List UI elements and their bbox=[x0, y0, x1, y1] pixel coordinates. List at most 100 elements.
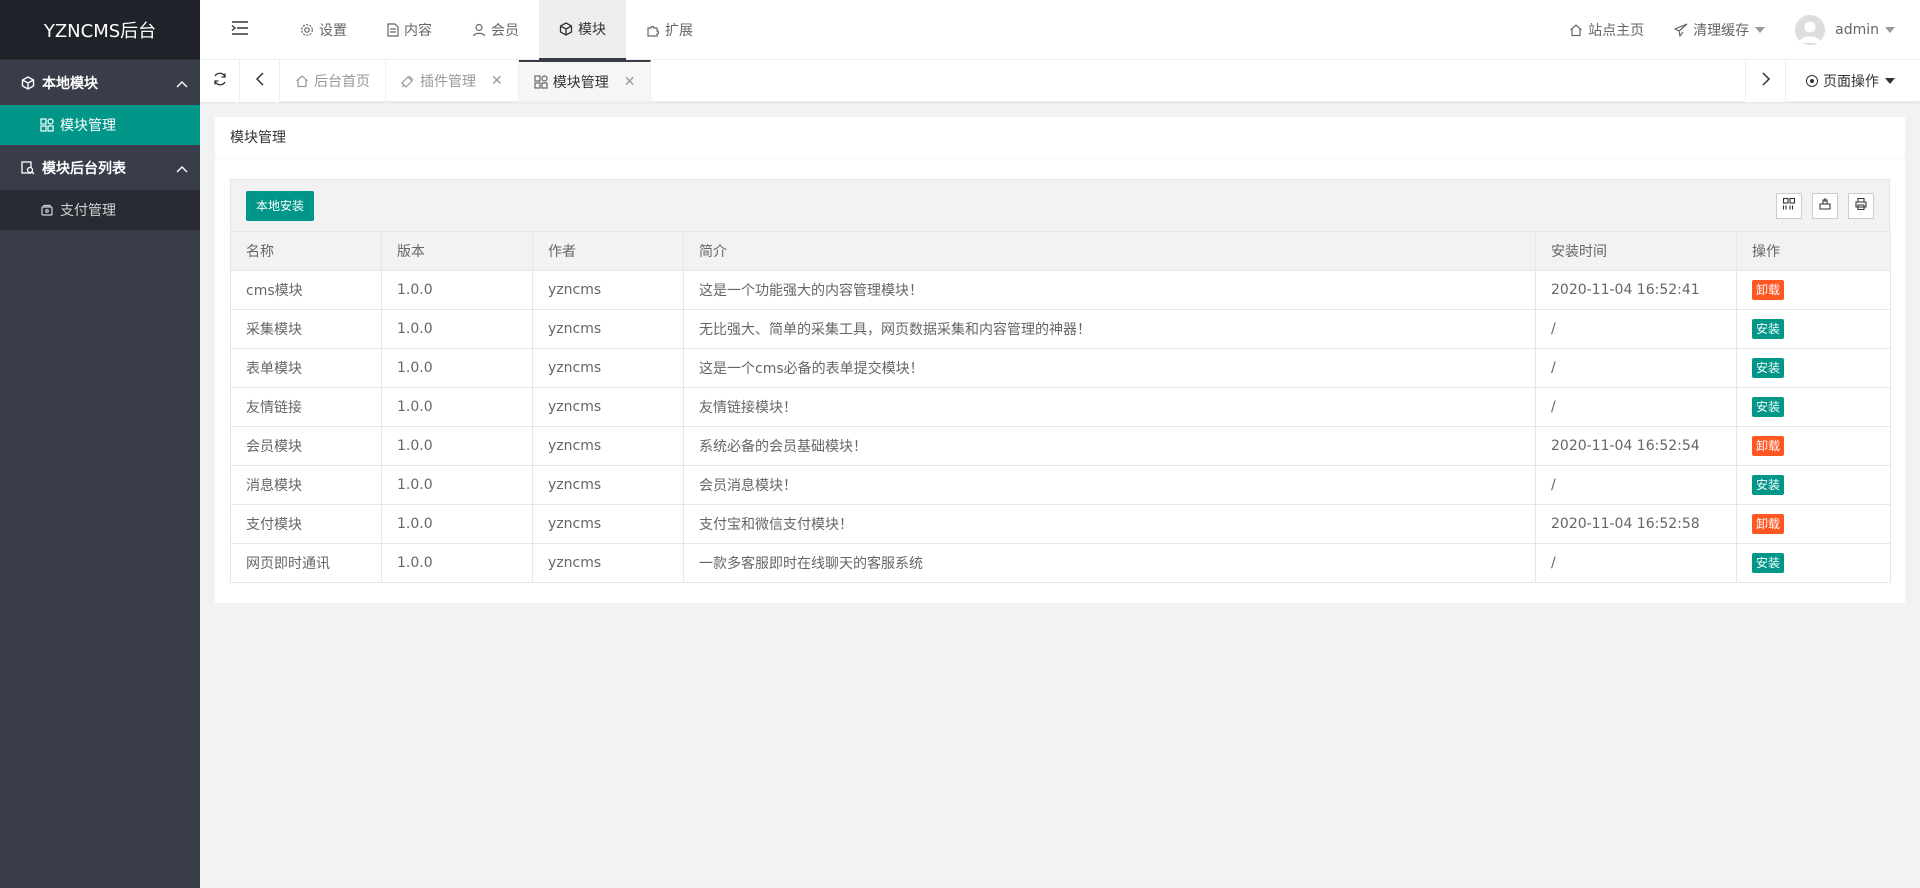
card-body: 本地安装 名称 版本 作者 简介 安装时间 操作 cms模块 1.0.0 yzn… bbox=[215, 159, 1905, 583]
top-nav-label: 设置 bbox=[319, 23, 347, 39]
table-header-row: 名称 版本 作者 简介 安装时间 操作 bbox=[230, 231, 1891, 271]
chevron-up-icon bbox=[176, 78, 188, 94]
logo: YZNCMS后台 bbox=[0, 0, 200, 60]
sidebar-item-module-management[interactable]: 模块管理 bbox=[0, 105, 200, 145]
install-button[interactable]: 安装 bbox=[1752, 397, 1785, 417]
close-icon[interactable]: ✕ bbox=[491, 73, 503, 89]
column-header-install-time[interactable]: 安装时间 bbox=[1535, 231, 1737, 271]
clear-cache-label: 清理缓存 bbox=[1693, 22, 1750, 39]
username: admin bbox=[1835, 21, 1879, 38]
column-header-author[interactable]: 作者 bbox=[532, 231, 684, 271]
sidebar-group-label: 模块后台列表 bbox=[42, 160, 126, 177]
plugin-icon bbox=[401, 74, 415, 88]
table-tools bbox=[1776, 192, 1874, 219]
sidebar-group-title-module-backend-list[interactable]: 模块后台列表 bbox=[0, 145, 200, 190]
close-icon[interactable]: ✕ bbox=[624, 74, 636, 90]
top-nav-label: 内容 bbox=[404, 23, 432, 39]
top-nav-content[interactable]: 内容 bbox=[367, 0, 452, 60]
tab-list: 后台首页 插件管理 ✕ 模块管理 ✕ bbox=[280, 60, 652, 102]
site-home-link[interactable]: 站点主页 bbox=[1554, 0, 1659, 60]
cube-icon bbox=[559, 22, 573, 36]
table-row: 表单模块 1.0.0 yzncms 这是一个cms必备的表单提交模块！ / 安装 bbox=[230, 348, 1891, 388]
install-button[interactable]: 安装 bbox=[1752, 319, 1785, 339]
cell-author: yzncms bbox=[532, 465, 684, 505]
print-button[interactable] bbox=[1848, 192, 1874, 219]
sidebar-item-label: 支付管理 bbox=[60, 203, 116, 219]
tab-module-management[interactable]: 模块管理 ✕ bbox=[518, 60, 652, 102]
refresh-button[interactable] bbox=[200, 60, 240, 102]
cell-action: 卸载 bbox=[1736, 426, 1891, 466]
table-row: 采集模块 1.0.0 yzncms 无比强大、简单的采集工具，网页数据采集和内容… bbox=[230, 309, 1891, 349]
cell-name: 表单模块 bbox=[230, 348, 382, 388]
cell-install-time: / bbox=[1535, 309, 1737, 349]
install-button[interactable]: 安装 bbox=[1752, 475, 1785, 495]
filter-columns-button[interactable] bbox=[1776, 192, 1802, 219]
tab-scroll-left-button[interactable] bbox=[240, 60, 280, 102]
chevron-left-icon bbox=[255, 71, 265, 91]
menu-fold-icon bbox=[231, 20, 249, 39]
table-row: cms模块 1.0.0 yzncms 这是一个功能强大的内容管理模块！ 2020… bbox=[230, 270, 1891, 310]
export-button[interactable] bbox=[1812, 192, 1838, 219]
home-icon bbox=[1569, 23, 1583, 37]
tab-plugin-management[interactable]: 插件管理 ✕ bbox=[386, 60, 519, 102]
column-header-description[interactable]: 简介 bbox=[683, 231, 1536, 271]
cell-action: 安装 bbox=[1736, 309, 1891, 349]
page-operations-label: 页面操作 bbox=[1823, 74, 1879, 90]
local-install-button[interactable]: 本地安装 bbox=[246, 190, 315, 221]
column-header-action[interactable]: 操作 bbox=[1736, 231, 1891, 271]
cell-author: yzncms bbox=[532, 270, 684, 310]
table-row: 网页即时通讯 1.0.0 yzncms 一款多客服即时在线聊天的客服系统 / 安… bbox=[230, 543, 1891, 583]
cell-version: 1.0.0 bbox=[381, 465, 533, 505]
cell-install-time: / bbox=[1535, 387, 1737, 427]
cell-name: 消息模块 bbox=[230, 465, 382, 505]
cell-description: 会员消息模块！ bbox=[683, 465, 1536, 505]
menu-toggle-button[interactable] bbox=[200, 0, 280, 59]
cell-version: 1.0.0 bbox=[381, 387, 533, 427]
sidebar-group-title-local-modules[interactable]: 本地模块 bbox=[0, 60, 200, 105]
page-operations-dropdown[interactable]: 页面操作 bbox=[1785, 60, 1920, 102]
column-header-version[interactable]: 版本 bbox=[381, 231, 533, 271]
cell-install-time: 2020-11-04 16:52:58 bbox=[1535, 504, 1737, 544]
uninstall-button[interactable]: 卸载 bbox=[1752, 280, 1785, 300]
table-row: 消息模块 1.0.0 yzncms 会员消息模块！ / 安装 bbox=[230, 465, 1891, 505]
cell-install-time: / bbox=[1535, 543, 1737, 583]
tab-scroll-right-button[interactable] bbox=[1745, 60, 1785, 102]
top-nav-extensions[interactable]: 扩展 bbox=[626, 0, 713, 60]
cell-action: 安装 bbox=[1736, 387, 1891, 427]
top-nav-settings[interactable]: 设置 bbox=[280, 0, 367, 60]
tab-label: 模块管理 bbox=[552, 75, 609, 91]
site-home-label: 站点主页 bbox=[1588, 22, 1645, 39]
table-toolbar: 本地安装 bbox=[230, 179, 1890, 231]
cell-install-time: / bbox=[1535, 348, 1737, 388]
top-nav-modules[interactable]: 模块 bbox=[539, 0, 626, 60]
sidebar-item-payment-management[interactable]: 支付管理 bbox=[0, 190, 200, 230]
install-button[interactable]: 安装 bbox=[1752, 553, 1785, 573]
cell-action: 卸载 bbox=[1736, 270, 1891, 310]
top-nav-members[interactable]: 会员 bbox=[452, 0, 539, 60]
table-row: 支付模块 1.0.0 yzncms 支付宝和微信支付模块！ 2020-11-04… bbox=[230, 504, 1891, 544]
chevron-up-icon bbox=[176, 163, 188, 179]
user-dropdown[interactable]: admin bbox=[1780, 0, 1920, 60]
cell-version: 1.0.0 bbox=[381, 309, 533, 349]
puzzle-icon bbox=[646, 23, 660, 37]
tab-dashboard-home[interactable]: 后台首页 bbox=[280, 60, 386, 102]
cell-author: yzncms bbox=[532, 387, 684, 427]
uninstall-button[interactable]: 卸载 bbox=[1752, 514, 1785, 534]
clear-cache-dropdown[interactable]: 清理缓存 bbox=[1659, 0, 1780, 60]
sidebar-item-label: 模块管理 bbox=[60, 118, 116, 134]
avatar bbox=[1795, 14, 1826, 45]
cell-install-time: / bbox=[1535, 465, 1737, 505]
broom-icon bbox=[1674, 22, 1688, 37]
cell-name: 网页即时通讯 bbox=[230, 543, 382, 583]
column-header-name[interactable]: 名称 bbox=[230, 231, 382, 271]
uninstall-button[interactable]: 卸载 bbox=[1752, 436, 1785, 456]
cell-description: 支付宝和微信支付模块！ bbox=[683, 504, 1536, 544]
tab-label: 后台首页 bbox=[314, 74, 370, 90]
cell-install-time: 2020-11-04 16:52:41 bbox=[1535, 270, 1737, 310]
cell-name: 支付模块 bbox=[230, 504, 382, 544]
sidebar-group-module-backend-list: 模块后台列表 支付管理 bbox=[0, 145, 200, 230]
install-button[interactable]: 安装 bbox=[1752, 358, 1785, 378]
cube-icon bbox=[20, 75, 36, 91]
apps-icon bbox=[40, 118, 54, 132]
radio-dot-icon bbox=[1806, 75, 1818, 87]
